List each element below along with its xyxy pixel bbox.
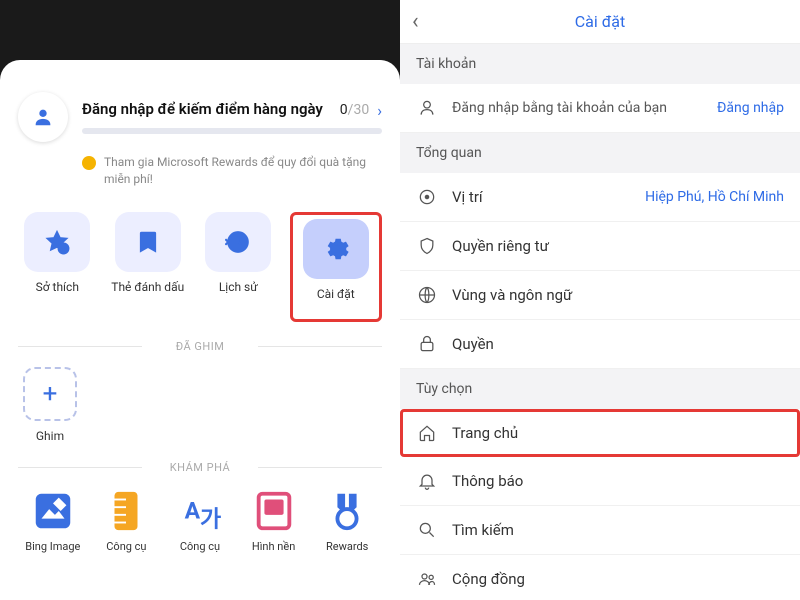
interests-tile[interactable]: + Sở thích xyxy=(18,212,97,322)
location-icon xyxy=(416,187,438,207)
privacy-row[interactable]: Quyền riêng tư xyxy=(400,222,800,271)
svg-text:A: A xyxy=(185,497,201,524)
coin-icon xyxy=(82,156,96,170)
bell-icon xyxy=(416,471,438,491)
right-screenshot: ‹ Cài đặt Tài khoản Đăng nhập bằng tài k… xyxy=(400,0,800,600)
explore-section-label: KHÁM PHÁ xyxy=(18,461,382,474)
avatar[interactable] xyxy=(18,92,68,142)
rewards-promo[interactable]: Tham gia Microsoft Rewards để quy đổi qu… xyxy=(18,154,382,188)
pinned-section-label: ĐÃ GHIM xyxy=(18,340,382,353)
quick-tiles: + Sở thích Thẻ đánh dấu Lịch sử Cài đặt xyxy=(18,212,382,322)
gear-icon xyxy=(323,236,349,262)
permissions-row[interactable]: Quyền xyxy=(400,320,800,369)
shield-icon xyxy=(416,236,438,256)
signin-title: Đăng nhập để kiếm điểm hàng ngày xyxy=(82,100,332,120)
section-account: Tài khoản xyxy=(400,44,800,84)
add-pin-tile[interactable]: + Ghim xyxy=(18,367,82,443)
signin-row[interactable]: Đăng nhập bằng tài khoản của bạn Đăng nh… xyxy=(400,84,800,133)
bookmarks-tile[interactable]: Thẻ đánh dấu xyxy=(109,212,188,322)
left-screenshot: Đăng nhập để kiếm điểm hàng ngày 0/30 › … xyxy=(0,0,400,600)
people-icon xyxy=(416,569,438,589)
history-icon xyxy=(225,229,251,255)
globe-icon xyxy=(416,285,438,305)
wallpaper-tile[interactable]: Hình nền xyxy=(239,488,309,553)
bookmark-icon xyxy=(135,229,161,255)
bing-image-tile[interactable]: Bing Image xyxy=(18,488,88,553)
region-row[interactable]: Vùng và ngôn ngữ xyxy=(400,271,800,320)
notifications-row[interactable]: Thông báo xyxy=(400,457,800,506)
section-overview: Tổng quan xyxy=(400,133,800,173)
lock-icon xyxy=(416,334,438,354)
signin-row[interactable]: Đăng nhập để kiếm điểm hàng ngày 0/30 › xyxy=(18,92,382,142)
ruler-icon xyxy=(103,488,149,534)
user-icon xyxy=(416,98,438,118)
menu-sheet: Đăng nhập để kiếm điểm hàng ngày 0/30 › … xyxy=(0,60,400,600)
search-row[interactable]: Tìm kiếm xyxy=(400,506,800,555)
svg-text:가: 가 xyxy=(200,505,221,532)
location-row[interactable]: Vị trí Hiệp Phú, Hồ Chí Minh xyxy=(400,173,800,222)
rewards-text: Tham gia Microsoft Rewards để quy đổi qu… xyxy=(104,154,382,188)
rewards-tile[interactable]: Rewards xyxy=(312,488,382,553)
medal-icon xyxy=(324,488,370,534)
explore-row: Bing Image Công cụ A가 Công cụ Hình nền R… xyxy=(18,488,382,553)
tools-tile[interactable]: Công cụ xyxy=(92,488,162,553)
settings-header: ‹ Cài đặt xyxy=(400,0,800,44)
wallpaper-icon xyxy=(251,488,297,534)
history-tile[interactable]: Lịch sử xyxy=(199,212,278,322)
location-value: Hiệp Phú, Hồ Chí Minh xyxy=(645,189,784,205)
pinned-row: + Ghim xyxy=(18,367,382,443)
home-row[interactable]: Trang chủ xyxy=(400,409,800,457)
progress-bar xyxy=(82,128,382,134)
header-title: Cài đặt xyxy=(436,12,764,31)
translate-tile[interactable]: A가 Công cụ xyxy=(165,488,235,553)
points-counter: 0/30 xyxy=(340,102,369,118)
user-icon xyxy=(32,106,54,128)
star-icon: + xyxy=(44,229,70,255)
image-edit-icon xyxy=(30,488,76,534)
signin-action[interactable]: Đăng nhập xyxy=(717,100,784,116)
home-icon xyxy=(416,423,438,443)
back-button[interactable]: ‹ xyxy=(412,9,436,34)
community-row[interactable]: Cộng đồng xyxy=(400,555,800,600)
section-options: Tùy chọn xyxy=(400,369,800,409)
plus-icon: + xyxy=(23,367,77,421)
chevron-right-icon: › xyxy=(377,101,382,120)
svg-text:+: + xyxy=(61,244,66,254)
translate-icon: A가 xyxy=(177,488,223,534)
settings-tile[interactable]: Cài đặt xyxy=(290,212,383,322)
search-icon xyxy=(416,520,438,540)
